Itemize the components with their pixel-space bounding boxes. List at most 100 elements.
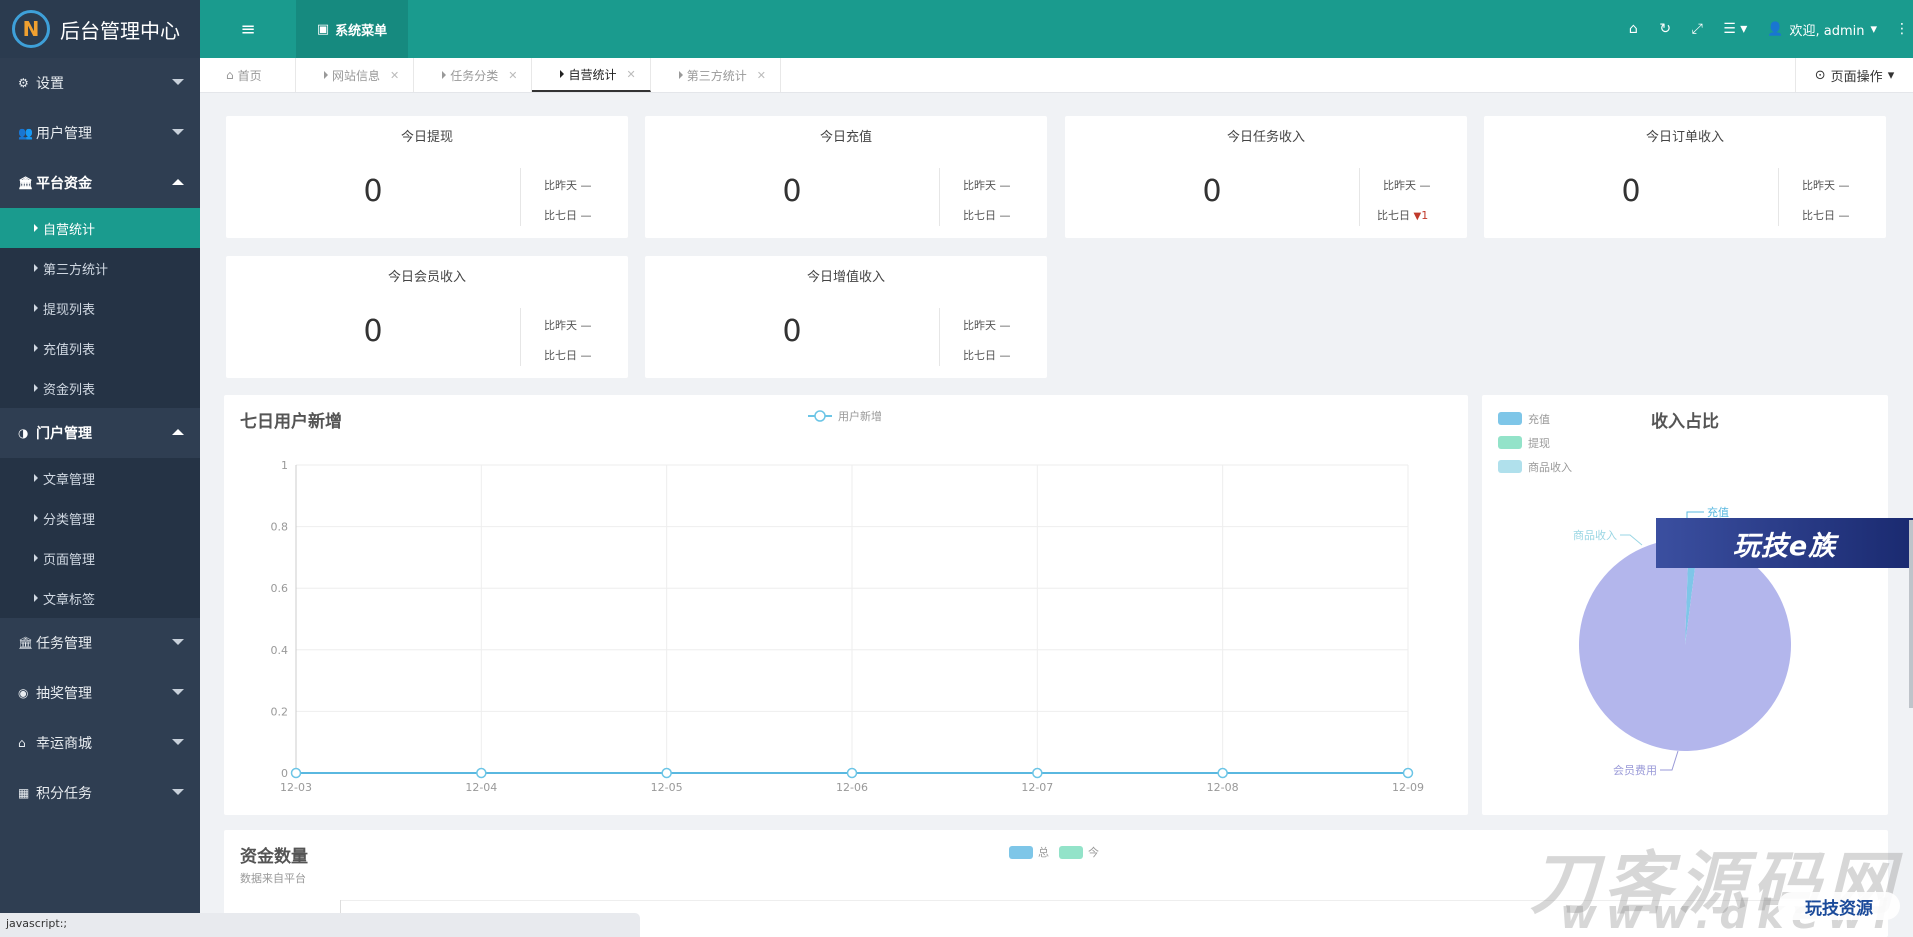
slice-label: 商品收入 — [1573, 528, 1617, 542]
stat-card: 今日订单收入 0 比昨天 — 比七日 — — [1484, 116, 1886, 238]
tab-home[interactable]: ⌂ 首页 — [200, 58, 296, 92]
y-tick-label: 1 — [281, 459, 288, 472]
refresh-icon[interactable]: ↻ — [1649, 21, 1681, 37]
sidebar-group-label: 抽奖管理 — [36, 686, 92, 702]
tab-self-stats[interactable]: 自营统计 ✕ — [532, 58, 651, 92]
scrollbar[interactable] — [1909, 520, 1913, 708]
sidebar-group-shop[interactable]: ⌂ 幸运商城 — [0, 718, 200, 768]
legend-item[interactable]: 总 — [1009, 844, 1049, 860]
line-chart: 0 0.2 0.4 0.6 0.8 1 12-03 12-04 12-05 12-06 12-07 1… — [271, 409, 1424, 794]
chevron-down-icon — [172, 639, 184, 645]
tab-third-party-stats[interactable]: 第三方统计 ✕ — [651, 58, 781, 92]
user-menu[interactable]: 👤 欢迎, admin ▾ — [1757, 20, 1891, 39]
promo-banner[interactable]: 玩技e族 — [1656, 518, 1913, 568]
tab-site-info[interactable]: 网站信息 ✕ — [296, 58, 415, 92]
legend-item[interactable]: 今 — [1059, 844, 1099, 860]
status-bar: javascript:; — [0, 913, 640, 937]
chevron-up-icon — [172, 429, 184, 435]
sidebar-group-tasks[interactable]: 🏛 任务管理 — [0, 618, 200, 668]
compare-seven-days: 比七日 — — [1802, 209, 1850, 222]
sidebar-group-label: 设置 — [36, 76, 64, 92]
home-icon[interactable]: ⌂ — [1617, 21, 1649, 37]
legend-label: 总 — [1038, 846, 1049, 859]
slice-label: 会员费用 — [1613, 764, 1657, 777]
shop-icon: ⌂ — [18, 736, 26, 750]
sidebar-submenu-portal: 文章管理 分类管理 页面管理 文章标签 — [0, 458, 200, 618]
sidebar-group-users[interactable]: 👥 用户管理 — [0, 108, 200, 158]
sidebar-group-funds[interactable]: 🏛 平台资金 — [0, 158, 200, 208]
sidebar-item-recharge-list[interactable]: 充值列表 — [0, 328, 200, 368]
caret-right-icon — [560, 70, 565, 78]
close-icon[interactable]: ✕ — [508, 69, 517, 82]
stat-card: 今日增值收入 0 比昨天 — 比七日 — — [645, 256, 1047, 378]
chart-title: 资金数量 — [240, 847, 308, 867]
x-tick-label: 12-05 — [651, 781, 683, 794]
stat-value: 0 — [782, 174, 802, 209]
sidebar-group-lottery[interactable]: ◉ 抽奖管理 — [0, 668, 200, 718]
sidebar-item-articles[interactable]: 文章管理 — [0, 458, 200, 498]
compare-yesterday: 比昨天 — — [544, 319, 592, 332]
stat-title: 今日提现 — [400, 130, 453, 145]
legend-label: 商品收入 — [1528, 460, 1572, 474]
logo[interactable]: N 后台管理中心 — [0, 0, 200, 58]
y-tick-label: 0.6 — [271, 582, 289, 595]
data-point — [661, 767, 672, 779]
globe-icon: ◑ — [18, 426, 29, 440]
sidebar-item-withdraw-list[interactable]: 提现列表 — [0, 288, 200, 328]
pie-slice — [1578, 539, 1791, 751]
tab-label: 首页 — [237, 68, 262, 83]
stat-title: 今日任务收入 — [1226, 130, 1305, 145]
page-operations-button[interactable]: ⊙ 页面操作 ▾ — [1795, 58, 1913, 92]
stat-value: 0 — [363, 314, 383, 349]
sidebar-item-self-stats[interactable]: 自营统计 — [0, 208, 200, 248]
header-actions: ⌂ ↻ ⤢ ☰ ▾ 👤 欢迎, admin ▾ ⋮ — [1617, 0, 1913, 58]
sidebar-item-pages[interactable]: 页面管理 — [0, 538, 200, 578]
close-icon[interactable]: ✕ — [390, 69, 399, 82]
system-menu-button[interactable]: ▣ 系统菜单 — [296, 0, 408, 58]
sidebar-group-label: 用户管理 — [36, 126, 92, 142]
sidebar-item-tags[interactable]: 文章标签 — [0, 578, 200, 618]
y-tick-label: 0.4 — [271, 644, 289, 657]
legend-swatch — [1059, 845, 1083, 859]
user-icon: 👤 — [1767, 21, 1784, 37]
menu-toggle-button[interactable]: ≡ — [200, 0, 296, 58]
more-icon[interactable]: ⋮ — [1891, 21, 1913, 37]
sidebar-group-settings[interactable]: ⚙ 设置 — [0, 58, 200, 108]
bank-icon: 🏛 — [18, 176, 34, 190]
stat-card: 今日任务收入 0 比昨天 — 比七日 ▼1 — [1065, 116, 1467, 238]
sidebar-item-third-party-stats[interactable]: 第三方统计 — [0, 248, 200, 288]
caret-right-icon — [442, 71, 447, 79]
compass-icon: ◉ — [18, 686, 29, 700]
close-icon[interactable]: ✕ — [757, 69, 766, 82]
page-operations-label: 页面操作 — [1830, 69, 1883, 85]
welcome-text: 欢迎, admin — [1789, 23, 1865, 39]
sidebar-group-points[interactable]: ▦ 积分任务 — [0, 768, 200, 818]
y-tick-label: 0.8 — [271, 521, 289, 534]
sidebar-group-portal[interactable]: ◑ 门户管理 — [0, 408, 200, 458]
sidebar-item-categories[interactable]: 分类管理 — [0, 498, 200, 538]
slice-label: 充值 — [1707, 505, 1729, 519]
compare-seven-days: 比七日 — — [963, 209, 1011, 222]
compare-yesterday: 比昨天 — — [1383, 179, 1431, 192]
label-line — [1620, 534, 1643, 546]
sidebar-item-funds-list[interactable]: 资金列表 — [0, 368, 200, 408]
chevron-down-icon: ▾ — [1887, 67, 1895, 83]
stat-card: 今日会员收入 0 比昨天 — 比七日 — — [226, 256, 628, 378]
stat-card: 今日充值 0 比昨天 — 比七日 — — [645, 116, 1047, 238]
fullscreen-icon[interactable]: ⤢ — [1681, 21, 1713, 37]
chevron-down-icon — [172, 79, 184, 85]
list-menu-button[interactable]: ☰ ▾ — [1713, 21, 1757, 37]
close-icon[interactable]: ✕ — [626, 68, 635, 81]
caret-right-icon — [678, 71, 683, 79]
sidebar: ⚙ 设置 👥 用户管理 🏛 平台资金 自营统计 第三方统计 提现列表 充值列表 资金列… — [0, 58, 200, 937]
chevron-down-icon — [172, 689, 184, 695]
legend-label: 今 — [1088, 846, 1099, 859]
compare-seven-days: 比七日 — — [544, 209, 592, 222]
compare-seven-days: 比七日 — — [963, 349, 1011, 362]
app-title: 后台管理中心 — [60, 18, 180, 43]
tab-task-category[interactable]: 任务分类 ✕ — [414, 58, 533, 92]
stat-title: 今日订单收入 — [1645, 130, 1724, 145]
tab-label: 网站信息 — [332, 68, 381, 83]
x-tick-label: 12-03 — [280, 781, 312, 794]
compare-seven-days: 比七日 — — [544, 349, 592, 362]
